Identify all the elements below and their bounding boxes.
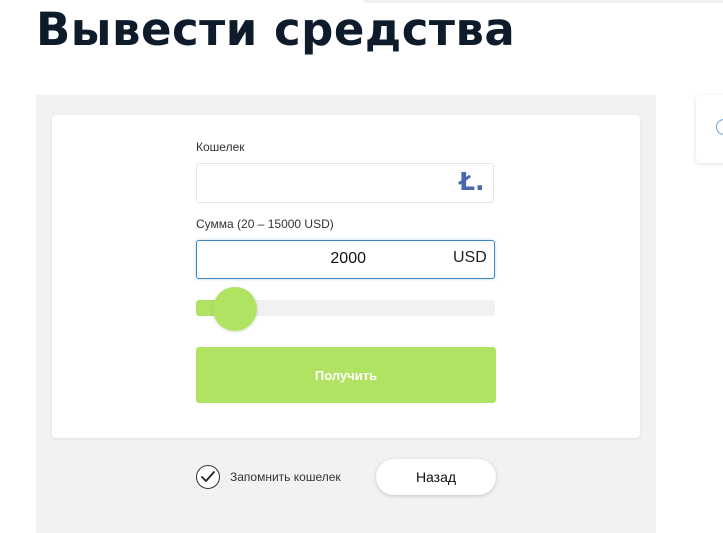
submit-button[interactable]: Получить xyxy=(196,347,496,403)
page-title: Вывести средства xyxy=(36,3,516,56)
slider-thumb[interactable] xyxy=(213,287,257,331)
currency-label: USD xyxy=(453,249,487,266)
wallet-input[interactable] xyxy=(196,163,494,203)
side-info-card[interactable] xyxy=(696,95,723,163)
back-button[interactable]: Назад xyxy=(376,459,496,495)
amount-value: 2000 xyxy=(330,250,366,267)
remember-wallet-checkbox[interactable] xyxy=(196,465,220,489)
amount-label: Сумма (20 – 15000 USD) xyxy=(196,217,334,231)
remember-wallet-label: Запомнить кошелек xyxy=(230,470,341,484)
wallet-label: Кошелек xyxy=(196,140,245,154)
litecoin-icon: Ł. xyxy=(459,167,485,196)
info-icon xyxy=(716,119,723,135)
check-icon xyxy=(201,471,215,482)
